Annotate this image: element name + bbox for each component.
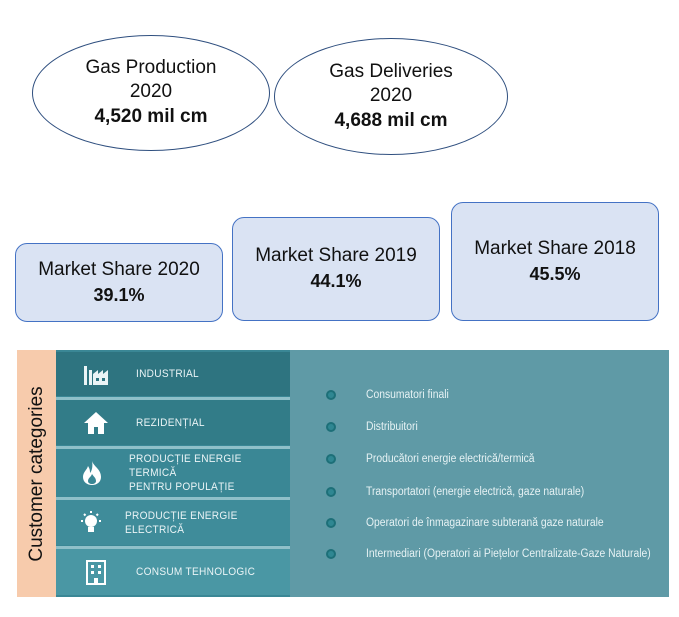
market-share-value: 39.1% [93, 284, 145, 305]
market-share-2019-box: Market Share 2019 44.1% [232, 217, 440, 321]
gas-deliveries-value: 4,688 mil cm [334, 109, 448, 131]
bullet-icon [326, 518, 336, 528]
market-share-label: Market Share 2018 [474, 237, 636, 259]
category-residential: REZIDENȚIAL [56, 400, 290, 445]
category-industrial: INDUSTRIAL [56, 352, 290, 396]
list-item: Intermediari (Operatori ai Piețelor Cent… [290, 547, 669, 561]
flame-icon [56, 460, 129, 486]
bullet-icon [326, 422, 336, 432]
category-electric-production: PRODUCȚIE ENERGIE ELECTRICĂ [56, 500, 290, 545]
list-item: Operatori de înmagazinare subterană gaze… [290, 516, 669, 530]
building-icon [56, 559, 136, 585]
gas-production-value: 4,520 mil cm [94, 106, 208, 127]
category-label: PRODUCȚIE ENERGIE TERMICĂ PENTRU POPULAȚ… [128, 452, 242, 493]
list-item: Transportatori (energie electrică, gaze … [290, 485, 669, 499]
list-item: Distribuitori [290, 420, 669, 434]
category-technological: CONSUM TEHNOLOGIC [56, 549, 290, 595]
customer-categories-label: Customer categories [17, 350, 56, 597]
customer-categories-text: Customer categories [25, 385, 47, 562]
gas-production-ellipse: Gas Production 2020 4,520 mil cm [32, 35, 270, 151]
list-item: Consumatori finali [290, 388, 669, 402]
gas-deliveries-ellipse: Gas Deliveries 2020 4,688 mil cm [274, 38, 508, 155]
category-label: INDUSTRIAL [136, 368, 199, 380]
category-label: CONSUM TEHNOLOGIC [136, 566, 256, 578]
market-share-label: Market Share 2020 [38, 258, 200, 280]
market-share-value: 45.5% [529, 263, 581, 284]
market-share-value: 44.1% [310, 271, 362, 291]
categories-panel: INDUSTRIAL REZIDENȚIAL PRODUCȚIE ENERGIE… [56, 350, 290, 597]
gas-deliveries-year: 2020 [369, 84, 413, 106]
gas-production-year: 2020 [129, 81, 173, 102]
bullet-icon [326, 454, 336, 464]
factory-icon [56, 362, 136, 386]
category-label: REZIDENȚIAL [136, 416, 205, 429]
gas-deliveries-title: Gas Deliveries [329, 60, 453, 82]
bullet-icon [326, 487, 336, 497]
clients-panel: Consumatori finali Distribuitori Producă… [290, 350, 669, 597]
lightbulb-icon [56, 510, 125, 536]
bullet-icon [326, 390, 336, 400]
category-thermal-production: PRODUCȚIE ENERGIE TERMICĂ PENTRU POPULAȚ… [56, 449, 290, 496]
list-item: Producători energie electrică/termică [290, 452, 669, 466]
market-share-2018-box: Market Share 2018 45.5% [451, 202, 659, 321]
gas-production-title: Gas Production [85, 57, 217, 78]
bullet-icon [326, 549, 336, 559]
market-share-label: Market Share 2019 [255, 245, 417, 266]
house-icon [56, 411, 136, 435]
market-share-2020-box: Market Share 2020 39.1% [15, 243, 223, 322]
category-label: PRODUCȚIE ENERGIE ELECTRICĂ [125, 509, 238, 536]
